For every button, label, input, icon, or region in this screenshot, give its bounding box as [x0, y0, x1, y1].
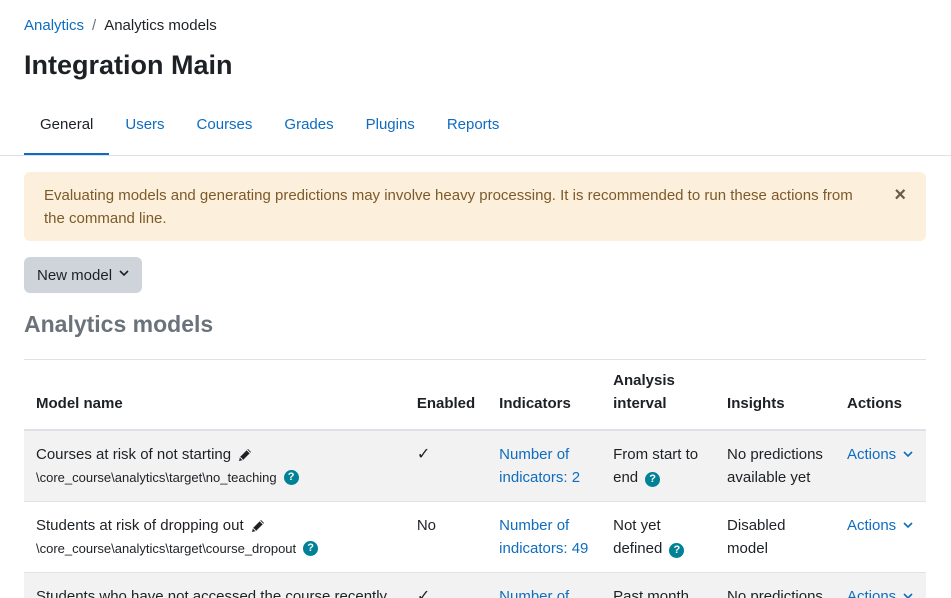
- cell-insights: Disabled model: [715, 501, 835, 573]
- tab-plugins[interactable]: Plugins: [350, 104, 431, 156]
- insights-line1: No predictions: [727, 446, 823, 463]
- header-analysis-interval[interactable]: Analysis interval: [601, 360, 716, 431]
- indicators-line1: Number of: [499, 588, 570, 598]
- cell-indicators: Number of indicators: 2: [487, 430, 602, 502]
- pencil-icon[interactable]: [237, 447, 253, 463]
- enabled-text: No: [416, 517, 436, 534]
- indicators-line2: indicators: 49: [499, 540, 589, 557]
- cell-enabled: ✓: [404, 572, 488, 598]
- indicators-line2: indicators: 2: [499, 469, 581, 486]
- insights-line1: No predictions: [727, 588, 823, 598]
- chevron-down-icon: [119, 269, 129, 280]
- cell-analysis-interval: Not yet defined?: [601, 501, 716, 573]
- cell-insights: No predictions available yet: [715, 430, 835, 502]
- indicators-line1: Number of: [499, 446, 570, 463]
- actions-menu-button[interactable]: Actions: [847, 588, 913, 598]
- chevron-down-icon: [903, 586, 913, 598]
- page-title: Integration Main: [24, 50, 233, 80]
- check-icon: ✓: [416, 446, 431, 463]
- tab-grades[interactable]: Grades: [268, 104, 349, 156]
- cell-analysis-interval: Past month: [601, 572, 716, 598]
- tab-users[interactable]: Users: [109, 104, 180, 156]
- breadcrumb: Analytics / Analytics models: [24, 17, 217, 34]
- tab-bar: General Users Courses Grades Plugins Rep…: [24, 104, 515, 156]
- interval-line2: defined: [613, 540, 663, 557]
- model-name-text: Students at risk of dropping out: [36, 517, 244, 534]
- header-model-name[interactable]: Model name: [24, 360, 405, 431]
- warning-alert: Evaluating models and generating predict…: [24, 172, 926, 241]
- insights-line2: model: [727, 540, 768, 557]
- cell-enabled: ✓: [404, 430, 488, 502]
- cell-model-name: Students who have not accessed the cours…: [24, 572, 405, 598]
- new-model-label: New model: [37, 266, 113, 284]
- section-title: Analytics models: [24, 311, 214, 337]
- model-target-text: \core_course\analytics\target\course_dro…: [36, 541, 297, 556]
- header-indicators[interactable]: Indicators: [487, 360, 602, 431]
- interval-line1: From start to: [613, 446, 699, 463]
- models-table: Model name Enabled Indicators Analysis i…: [24, 360, 926, 598]
- new-model-button[interactable]: New model: [24, 257, 142, 293]
- header-analysis-interval-line2: interval: [613, 395, 667, 412]
- actions-label: Actions: [846, 517, 897, 534]
- breadcrumb-current: Analytics models: [104, 17, 217, 34]
- table-header-row: Model name Enabled Indicators Analysis i…: [24, 360, 926, 431]
- interval-line1: Not yet: [613, 517, 661, 534]
- cell-actions: Actions: [834, 572, 926, 598]
- actions-label: Actions: [846, 446, 897, 463]
- tabs-divider: [0, 155, 951, 156]
- chevron-down-icon: [903, 515, 913, 538]
- close-icon[interactable]: ×: [894, 184, 906, 206]
- header-enabled[interactable]: Enabled: [404, 360, 488, 431]
- help-icon[interactable]: ?: [283, 470, 299, 485]
- table-row: Students at risk of dropping out \core_c…: [24, 501, 926, 573]
- actions-menu-button[interactable]: Actions: [847, 446, 913, 463]
- insights-line2: available yet: [727, 469, 811, 486]
- cell-model-name: Students at risk of dropping out \core_c…: [24, 501, 405, 573]
- header-actions: Actions: [834, 360, 926, 431]
- cell-actions: Actions: [834, 430, 926, 502]
- cell-analysis-interval: From start to end?: [601, 430, 716, 502]
- alert-message: Evaluating models and generating predict…: [44, 187, 853, 227]
- breadcrumb-analytics-link[interactable]: Analytics: [24, 17, 84, 34]
- cell-indicators: Number of: [487, 572, 602, 598]
- pencil-icon[interactable]: [250, 518, 266, 534]
- indicators-link[interactable]: Number of: [499, 585, 589, 598]
- cell-insights: No predictions: [715, 572, 835, 598]
- actions-menu-button[interactable]: Actions: [847, 517, 913, 534]
- tab-courses[interactable]: Courses: [181, 104, 269, 156]
- cell-model-name: Courses at risk of not starting \core_co…: [24, 430, 405, 502]
- indicators-link[interactable]: Number of indicators: 2: [499, 443, 589, 489]
- chevron-down-icon: [903, 444, 913, 467]
- cell-enabled: No: [404, 501, 488, 573]
- header-insights[interactable]: Insights: [715, 360, 835, 431]
- table-row: Courses at risk of not starting \core_co…: [24, 430, 926, 502]
- indicators-line1: Number of: [499, 517, 570, 534]
- tab-reports[interactable]: Reports: [431, 104, 516, 156]
- insights-line1: Disabled: [727, 517, 786, 534]
- help-icon[interactable]: ?: [669, 543, 685, 558]
- interval-line1: Past month: [613, 588, 689, 598]
- table-row: Students who have not accessed the cours…: [24, 572, 926, 598]
- model-target-text: \core_course\analytics\target\no_teachin…: [36, 470, 277, 485]
- model-name-text: Students who have not accessed the cours…: [36, 588, 388, 598]
- help-icon[interactable]: ?: [303, 541, 319, 556]
- header-analysis-interval-line1: Analysis: [613, 372, 675, 389]
- indicators-link[interactable]: Number of indicators: 49: [499, 514, 589, 560]
- check-icon: ✓: [416, 588, 431, 598]
- cell-actions: Actions: [834, 501, 926, 573]
- interval-line2: end: [613, 469, 639, 486]
- breadcrumb-separator: /: [92, 17, 97, 34]
- cell-indicators: Number of indicators: 49: [487, 501, 602, 573]
- help-icon[interactable]: ?: [645, 472, 661, 487]
- tab-general[interactable]: General: [24, 104, 110, 156]
- actions-label: Actions: [846, 588, 897, 598]
- model-name-text: Courses at risk of not starting: [36, 446, 232, 463]
